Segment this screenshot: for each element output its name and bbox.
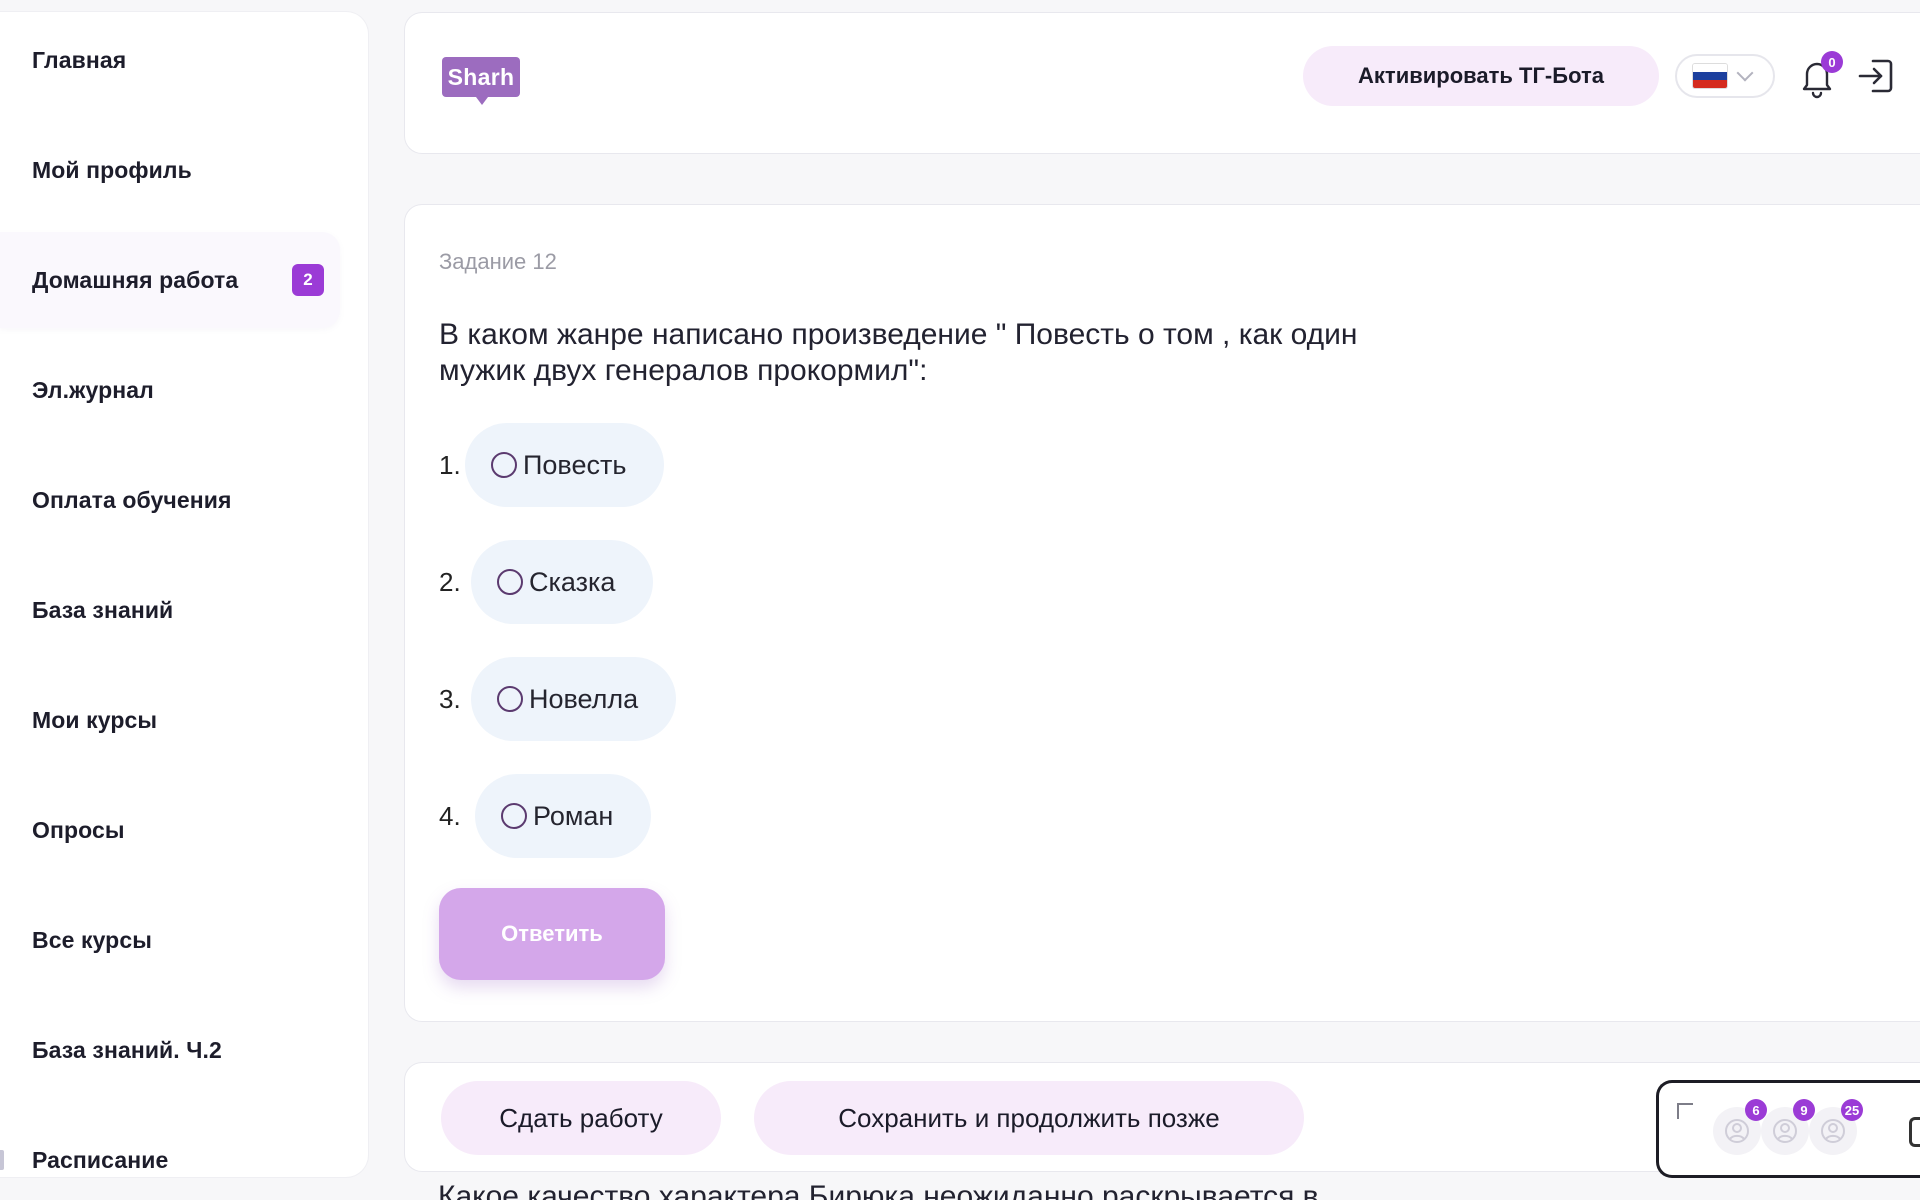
avatar[interactable]: 9 bbox=[1761, 1099, 1815, 1155]
calendar-icon bbox=[0, 1150, 4, 1170]
sidebar-item-journal[interactable]: Эл.журнал bbox=[0, 342, 340, 438]
answer-option: 3. Новелла bbox=[439, 657, 677, 741]
radio-button[interactable] bbox=[497, 569, 523, 595]
option-number: 4. bbox=[439, 800, 461, 831]
answer-button[interactable]: Ответить bbox=[439, 888, 665, 980]
sidebar-item-label: База знаний bbox=[32, 596, 174, 623]
sharh-logo[interactable]: Sharh bbox=[442, 57, 520, 105]
option-pill[interactable]: Сказка bbox=[471, 540, 654, 624]
task-number: Задание 12 bbox=[439, 249, 557, 274]
homework-count-badge: 2 bbox=[292, 264, 324, 296]
option-label: Роман bbox=[533, 800, 614, 831]
submit-work-button[interactable]: Сдать работу bbox=[441, 1081, 721, 1155]
ru-flag-icon bbox=[1693, 64, 1727, 88]
chevron-down-icon bbox=[1736, 64, 1754, 82]
journal-icon bbox=[0, 380, 4, 400]
option-number: 3. bbox=[439, 683, 461, 714]
activate-tg-bot-button[interactable]: Активировать ТГ-Бота bbox=[1303, 46, 1659, 106]
option-number: 1. bbox=[439, 449, 461, 480]
sidebar-item-knowledge-base-2[interactable]: База знаний. Ч.2 bbox=[0, 1002, 340, 1098]
question-card: Задание 12 В каком жанре написано произв… bbox=[404, 204, 1920, 1022]
option-label: Сказка bbox=[529, 566, 616, 597]
option-number: 2. bbox=[439, 566, 461, 597]
option-pill[interactable]: Повесть bbox=[465, 423, 665, 507]
sidebar-item-label: Главная bbox=[32, 46, 127, 73]
option-pill[interactable]: Роман bbox=[475, 774, 652, 858]
option-pill[interactable]: Новелла bbox=[471, 657, 677, 741]
option-label: Повесть bbox=[523, 449, 627, 480]
expand-icon[interactable] bbox=[1677, 1103, 1693, 1119]
answer-option: 2. Сказка bbox=[439, 540, 654, 624]
notification-count-badge: 0 bbox=[1821, 51, 1843, 73]
radio-button[interactable] bbox=[491, 452, 517, 478]
sidebar-item-knowledge-base[interactable]: База знаний bbox=[0, 562, 340, 658]
top-header: Sharh Активировать ТГ-Бота 0 bbox=[404, 12, 1920, 154]
sidebar-item-label: Эл.журнал bbox=[32, 376, 154, 403]
sidebar-item-label: Мой профиль bbox=[32, 156, 192, 183]
sidebar-item-label: Все курсы bbox=[32, 926, 152, 953]
radio-button[interactable] bbox=[497, 686, 523, 712]
sidebar-item-label: Домашняя работа bbox=[32, 266, 239, 293]
sidebar-item-homework[interactable]: Домашняя работа 2 bbox=[0, 232, 340, 328]
sidebar-item-label: Мои курсы bbox=[32, 706, 158, 733]
avatar[interactable]: 6 bbox=[1713, 1099, 1767, 1155]
next-question-text: Какое качество характера Бирюка неожидан… bbox=[438, 1180, 1319, 1200]
sidebar-item-label: Опросы bbox=[32, 816, 125, 843]
sidebar-item-surveys[interactable]: Опросы bbox=[0, 782, 340, 878]
chat-icon[interactable] bbox=[1909, 1117, 1920, 1147]
sidebar-item-label: Оплата обучения bbox=[32, 486, 232, 513]
sidebar-item-profile[interactable]: Мой профиль bbox=[0, 122, 340, 218]
logout-icon[interactable] bbox=[1855, 55, 1897, 97]
book-icon bbox=[0, 600, 4, 620]
language-select[interactable] bbox=[1675, 54, 1775, 98]
answer-option: 1. Повесть bbox=[439, 423, 665, 507]
sidebar-item-my-courses[interactable]: Мои курсы bbox=[0, 672, 340, 768]
sidebar-item-home[interactable]: Главная bbox=[0, 12, 340, 108]
user-icon bbox=[1773, 1119, 1797, 1143]
sidebar-item-all-courses[interactable]: Все курсы bbox=[0, 892, 340, 988]
avatar[interactable]: 25 bbox=[1809, 1099, 1863, 1155]
online-users-widget: 6 9 25 bbox=[1656, 1080, 1920, 1178]
avatar-count-badge: 25 bbox=[1841, 1099, 1863, 1121]
sidebar-item-label: Расписание bbox=[32, 1146, 169, 1173]
sidebar: Главная Мой профиль Домашняя работа 2 Эл… bbox=[0, 12, 368, 1177]
chevron-icon bbox=[0, 270, 4, 290]
option-label: Новелла bbox=[529, 683, 639, 714]
payment-icon bbox=[0, 490, 4, 510]
user-icon bbox=[1821, 1119, 1845, 1143]
sidebar-item-schedule[interactable]: Расписание bbox=[0, 1112, 340, 1177]
user-icon bbox=[1725, 1119, 1749, 1143]
answer-option: 4. Роман bbox=[439, 774, 652, 858]
survey-icon bbox=[0, 820, 4, 840]
radio-button[interactable] bbox=[501, 803, 527, 829]
sidebar-item-label: База знаний. Ч.2 bbox=[32, 1036, 222, 1063]
sidebar-item-payment[interactable]: Оплата обучения bbox=[0, 452, 340, 548]
question-text: В каком жанре написано произведение " По… bbox=[439, 318, 1358, 387]
save-continue-later-button[interactable]: Сохранить и продолжить позже bbox=[754, 1081, 1304, 1155]
